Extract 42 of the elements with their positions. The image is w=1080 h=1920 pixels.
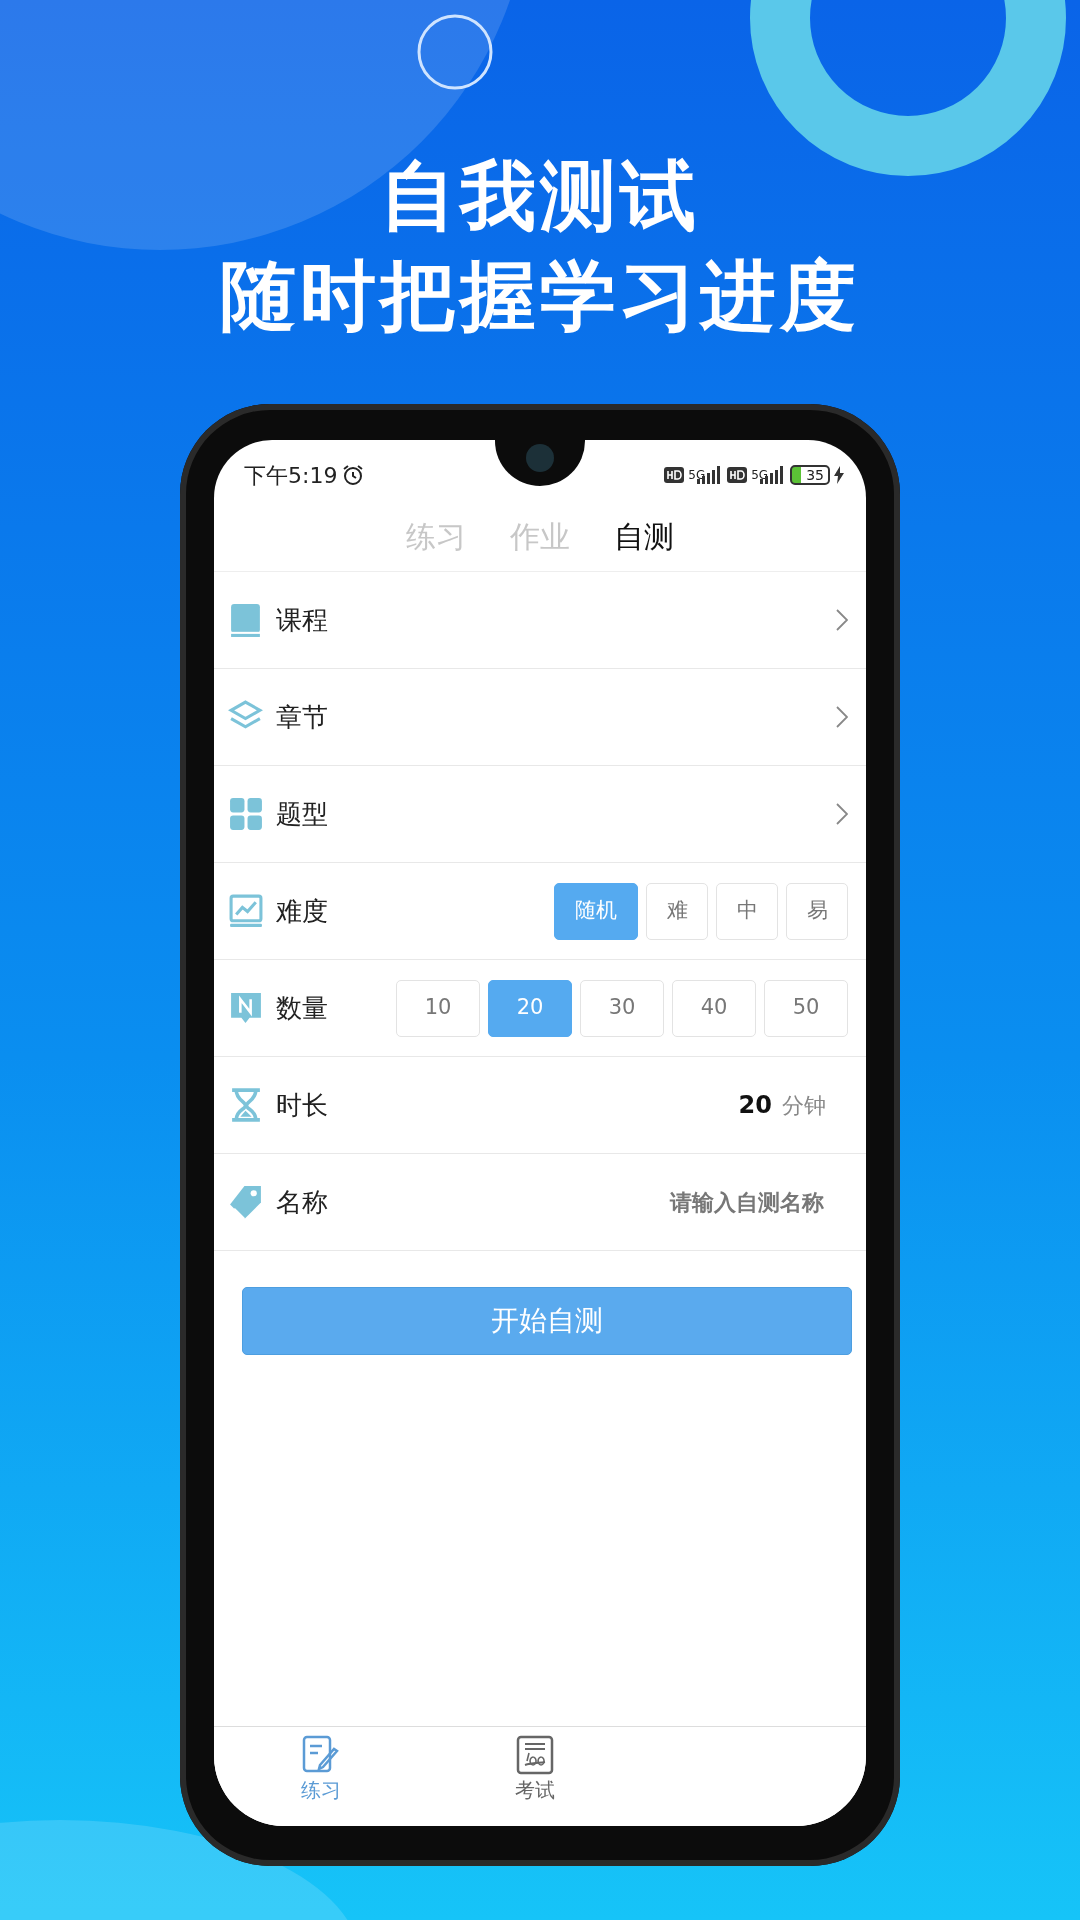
option-button[interactable]: 易	[786, 882, 848, 940]
edit-note-icon	[301, 1735, 341, 1775]
row-label: 难度	[276, 894, 328, 928]
list-row[interactable]: 章节	[214, 669, 866, 766]
option-button[interactable]: 20	[488, 979, 572, 1037]
option-button[interactable]: 难	[646, 882, 708, 940]
bottom-tab[interactable]: 考试	[515, 1775, 555, 1805]
option-button[interactable]: 随机	[554, 882, 638, 940]
charging-icon	[834, 466, 844, 484]
battery-indicator: 35	[790, 465, 830, 485]
hd-icon	[727, 467, 748, 483]
start-button[interactable]: 开始自测	[242, 1287, 852, 1355]
headline: 随时把握学习进度	[220, 258, 860, 334]
chevron-right-icon	[836, 609, 848, 631]
row-label: 数量	[276, 991, 328, 1025]
row-label: 时长	[276, 1088, 328, 1122]
row-label: 名称	[276, 1185, 328, 1219]
headline: 自我测试	[380, 158, 700, 234]
tab[interactable]: 自测	[592, 514, 696, 559]
hd-icon	[664, 467, 685, 483]
option-button[interactable]: 中	[716, 882, 778, 940]
row-label: 课程	[276, 603, 328, 637]
letter-n-icon	[228, 990, 264, 1026]
row-label: 章节	[276, 700, 328, 734]
chart-icon	[228, 893, 264, 929]
option-button[interactable]: 40	[672, 979, 756, 1037]
score-sheet-icon	[515, 1735, 555, 1775]
bottom-tab[interactable]: 练习	[301, 1775, 341, 1805]
list-row[interactable]: 题型	[214, 766, 866, 863]
tag-icon	[228, 1184, 264, 1220]
option-button[interactable]: 30	[580, 979, 664, 1037]
list-row[interactable]: 课程	[214, 572, 866, 669]
duration-value: 20	[738, 1090, 772, 1121]
chevron-right-icon	[836, 803, 848, 825]
grid-icon	[228, 796, 264, 832]
duration-unit: 分钟	[782, 1091, 826, 1120]
option-button[interactable]: 50	[764, 979, 848, 1037]
chevron-right-icon	[836, 706, 848, 728]
option-button[interactable]: 10	[396, 979, 480, 1037]
row-label: 题型	[276, 797, 328, 831]
status-time: 下午5:19	[244, 461, 338, 490]
camera-notch	[526, 444, 554, 472]
